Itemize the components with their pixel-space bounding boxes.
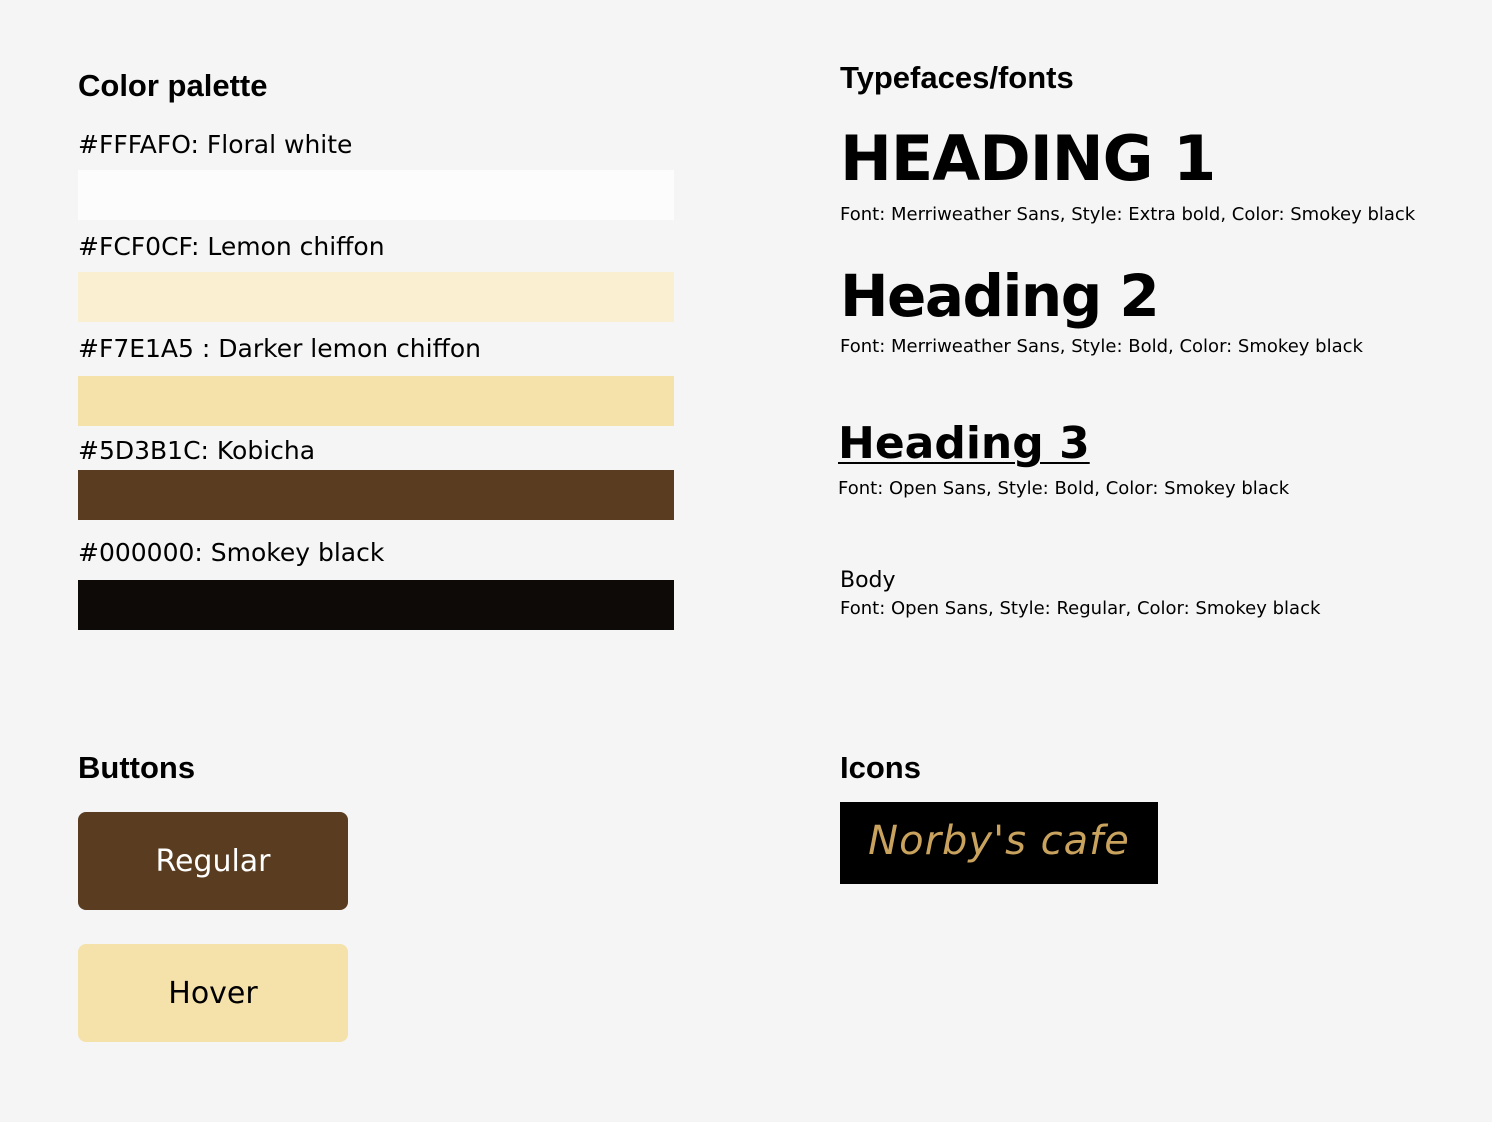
heading-3-caption: Font: Open Sans, Style: Bold, Color: Smo… bbox=[838, 478, 1290, 499]
regular-button[interactable]: Regular bbox=[78, 812, 348, 910]
cafe-logo-icon: Norby's cafe bbox=[868, 818, 1130, 864]
swatch-label-darker-lemon-chiffon: #F7E1A5 : Darker lemon chiffon bbox=[78, 334, 481, 363]
heading-1-sample: HEADING 1 bbox=[840, 122, 1216, 195]
swatch-label-lemon-chiffon: #FCF0CF: Lemon chiffon bbox=[78, 232, 385, 261]
swatch-darker-lemon-chiffon bbox=[78, 376, 674, 426]
swatch-lemon-chiffon bbox=[78, 272, 674, 322]
buttons-title: Buttons bbox=[78, 750, 196, 785]
body-caption: Font: Open Sans, Style: Regular, Color: … bbox=[840, 598, 1321, 619]
swatch-kobicha bbox=[78, 470, 674, 520]
hover-button[interactable]: Hover bbox=[78, 944, 348, 1042]
norbys-cafe-logo: Norby's cafe bbox=[840, 802, 1158, 884]
icons-title: Icons bbox=[840, 750, 921, 785]
heading-2-caption: Font: Merriweather Sans, Style: Bold, Co… bbox=[840, 336, 1363, 357]
swatch-label-smokey-black: #000000: Smokey black bbox=[78, 538, 385, 567]
typefaces-title: Typefaces/fonts bbox=[840, 60, 1074, 95]
body-sample: Body bbox=[840, 568, 896, 593]
swatch-label-floral-white: #FFFAFO: Floral white bbox=[78, 130, 353, 159]
swatch-floral-white bbox=[78, 170, 674, 220]
swatch-smokey-black bbox=[78, 580, 674, 630]
logo-text: Norby's cafe bbox=[868, 818, 1130, 864]
heading-2-sample: Heading 2 bbox=[840, 262, 1160, 330]
heading-3-sample: Heading 3 bbox=[838, 418, 1090, 469]
color-palette-title: Color palette bbox=[78, 68, 268, 103]
heading-1-caption: Font: Merriweather Sans, Style: Extra bo… bbox=[840, 204, 1416, 225]
swatch-label-kobicha: #5D3B1C: Kobicha bbox=[78, 436, 316, 465]
